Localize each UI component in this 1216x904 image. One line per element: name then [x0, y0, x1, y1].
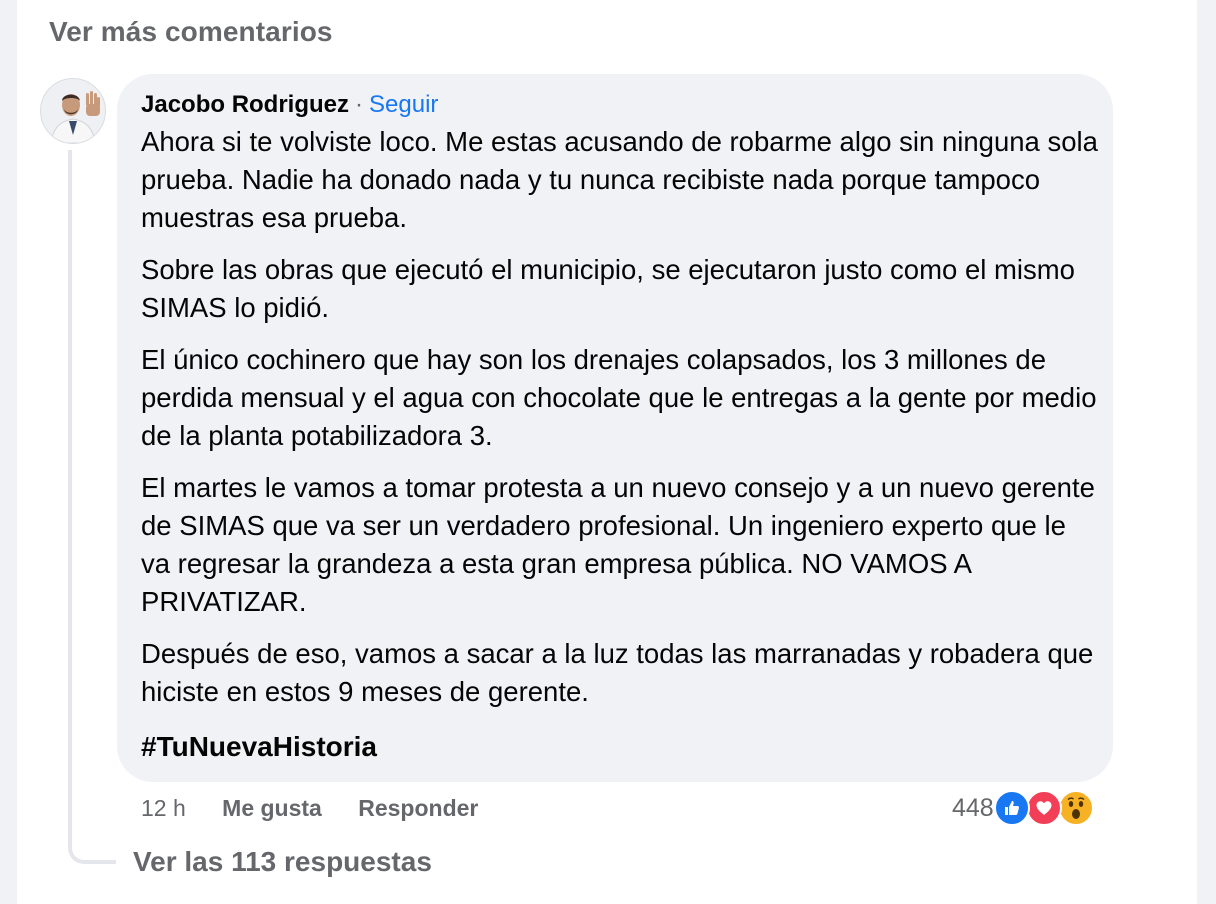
wow-icon [1057, 790, 1094, 826]
view-more-comments-link[interactable]: Ver más comentarios [49, 16, 333, 48]
like-button[interactable]: Me gusta [222, 795, 322, 821]
timestamp[interactable]: 12 h [141, 795, 186, 821]
comment-body: Ahora si te volviste loco. Me estas acus… [141, 123, 1101, 725]
comment-paragraph: El martes le vamos a tomar protesta a un… [141, 472, 1095, 617]
author-name[interactable]: Jacobo Rodriguez [141, 91, 349, 118]
separator-dot: · [355, 91, 364, 118]
comment-actions: 12 h Me gusta Responder [141, 793, 508, 823]
follow-button[interactable]: Seguir [369, 91, 438, 118]
like-icon [993, 790, 1030, 826]
reactions-summary[interactable]: 448 [952, 788, 1094, 828]
comment-header: Jacobo Rodriguez · Seguir [141, 90, 438, 120]
hashtag-link[interactable]: #TuNuevaHistoria [141, 731, 377, 763]
avatar[interactable] [40, 78, 106, 144]
comment-paragraph: El único cochinero que hay son los drena… [141, 344, 1097, 451]
comment-paragraph: Después de eso, vamos a sacar a la luz t… [141, 638, 1094, 707]
comment-paragraph: Sobre las obras que ejecutó el municipio… [141, 254, 1075, 323]
view-replies-link[interactable]: Ver las 113 respuestas [133, 846, 432, 878]
reply-button[interactable]: Responder [358, 795, 478, 821]
reaction-count: 448 [952, 793, 994, 822]
reply-thread-line [68, 150, 116, 864]
love-icon [1025, 790, 1062, 826]
comment-paragraph: Ahora si te volviste loco. Me estas acus… [141, 126, 1098, 233]
profile-photo-icon [41, 79, 105, 143]
